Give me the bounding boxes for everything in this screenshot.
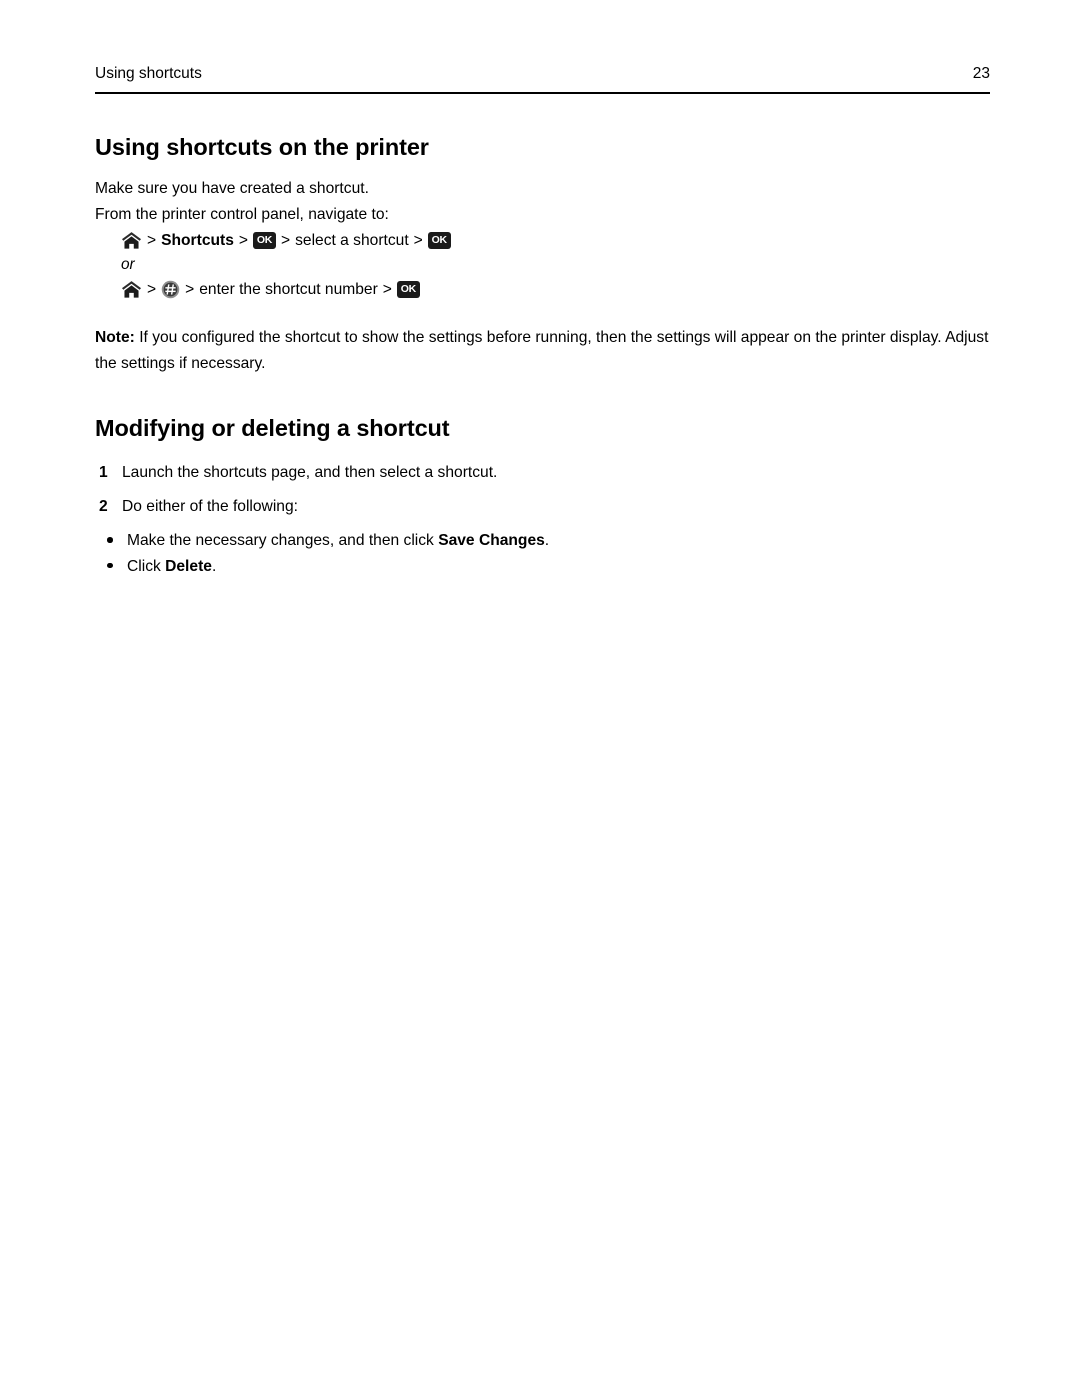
- hash-button-icon: [161, 280, 180, 299]
- list-item: Make the necessary changes, and then cli…: [102, 528, 990, 554]
- list-item: 1 Launch the shortcuts page, and then se…: [95, 460, 990, 485]
- ok-button-icon: OK: [396, 281, 420, 298]
- bullet-text-before: Click: [127, 557, 166, 575]
- note-text: If you configured the shortcut to show t…: [95, 329, 989, 372]
- note-paragraph: Note: If you configured the shortcut to …: [95, 325, 990, 376]
- running-header: Using shortcuts 23: [95, 64, 990, 84]
- bullet-text-after: .: [211, 557, 217, 575]
- home-icon: [121, 280, 142, 299]
- step-number: 1: [99, 464, 108, 481]
- header-title: Using shortcuts: [95, 65, 202, 82]
- bullet-bold-delete: Delete: [165, 557, 212, 575]
- document-page: Using shortcuts 23 Using shortcuts on th…: [0, 0, 1080, 1397]
- bullet-dot-icon: [107, 537, 113, 543]
- ok-button-icon: OK: [253, 232, 276, 249]
- step-text: Do either of the following:: [122, 498, 298, 515]
- section-heading-modifying-deleting: Modifying or deleting a shortcut: [95, 415, 450, 441]
- ok-button-icon: OK: [427, 232, 451, 249]
- bullet-bold-save-changes: Save Changes: [438, 532, 545, 549]
- path-separator: >: [185, 281, 195, 298]
- bullet-text-after: .: [544, 532, 550, 549]
- path-separator: >: [413, 232, 423, 249]
- list-item: Click Delete.: [102, 554, 990, 580]
- intro-text: Make sure you have created a shortcut.: [95, 180, 369, 197]
- home-icon: [121, 231, 142, 250]
- bullet-dot-icon: [107, 562, 113, 568]
- bullet-list: Make the necessary changes, and then cli…: [95, 528, 990, 579]
- path-separator: >: [238, 232, 248, 249]
- list-item: 2 Do either of the following:: [95, 494, 990, 519]
- page-number: 23: [972, 65, 990, 82]
- page-content: Using shortcuts on the printer Make sure…: [95, 132, 990, 579]
- note-label: Note:: [95, 329, 135, 346]
- navigation-path-shortcut-number: > > enter the shortcut number > OK: [121, 276, 990, 303]
- bullet-text-before: Make the necessary changes, and then cli…: [127, 532, 439, 549]
- navigate-intro-text: From the printer control panel, navigate…: [95, 205, 389, 223]
- path-separator: >: [281, 232, 291, 249]
- path-label-select-shortcut: select a shortcut: [295, 232, 409, 249]
- path-separator: >: [147, 232, 157, 249]
- path-separator: >: [382, 281, 392, 298]
- path-label-enter-number: enter the shortcut number: [199, 281, 378, 298]
- header-divider-rule: [95, 92, 990, 95]
- navigation-path-shortcuts: > Shortcuts > OK > select a shortcut > O…: [121, 227, 990, 254]
- or-separator-label: or: [121, 256, 135, 273]
- step-number: 2: [99, 498, 108, 515]
- steps-list: 1 Launch the shortcuts page, and then se…: [95, 460, 990, 519]
- section-heading-using-shortcuts: Using shortcuts on the printer: [95, 134, 429, 160]
- step-text: Launch the shortcuts page, and then sele…: [122, 464, 498, 481]
- path-separator: >: [147, 281, 157, 298]
- path-label-shortcuts: Shortcuts: [161, 232, 234, 249]
